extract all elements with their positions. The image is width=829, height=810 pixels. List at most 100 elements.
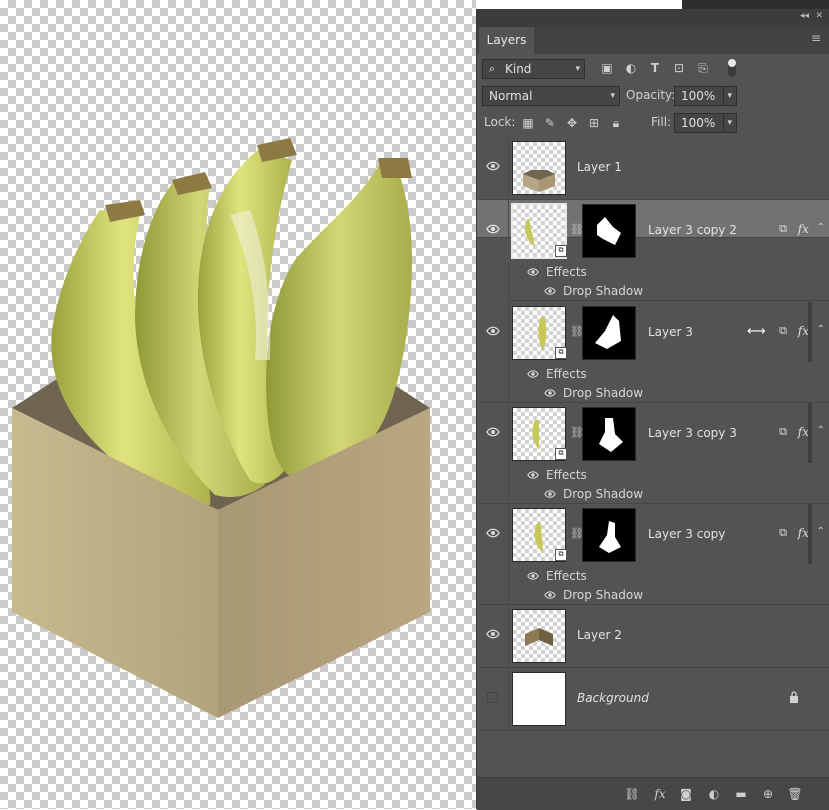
effects-label: Effects — [546, 569, 587, 583]
delete-icon[interactable]: 🗑︎ — [787, 786, 803, 802]
eye-icon[interactable] — [544, 488, 556, 500]
eye-icon[interactable] — [527, 469, 539, 481]
eye-icon[interactable] — [486, 159, 500, 173]
effects-label: Effects — [546, 468, 587, 482]
layers-panel: ◂◂ ✕ Layers ≡ ⌕ Kind ▾ ▣ ◐ T ⊡ ⎘ Normal … — [476, 9, 829, 810]
top-strip — [476, 0, 829, 9]
lock-row: Lock: ▦ ✎ ✥ ⊞ 🔒︎ Fill: 100% ▾ — [477, 112, 829, 134]
drop-shadow-row[interactable]: Drop Shadow — [477, 384, 829, 403]
resize-cursor-icon: ⟷ — [747, 324, 766, 339]
layer-mask-thumbnail[interactable] — [582, 306, 636, 360]
panel-tabbar: Layers ≡ — [477, 27, 829, 54]
layer-row[interactable]: ⧉ ⛓︎ Layer 3 copy ⧉ fx ⌃ — [477, 504, 829, 567]
tab-layers[interactable]: Layers — [479, 27, 534, 54]
eye-icon[interactable] — [486, 425, 500, 439]
layer-name[interactable]: Layer 1 — [577, 160, 622, 174]
effects-row[interactable]: Effects — [477, 466, 829, 485]
layer-mask-thumbnail[interactable] — [582, 407, 636, 461]
new-layer-icon[interactable]: ⊕ — [760, 786, 776, 802]
drop-shadow-row[interactable]: Drop Shadow — [477, 586, 829, 605]
layer-row[interactable]: Layer 2 — [477, 605, 829, 668]
eye-icon[interactable] — [486, 324, 500, 338]
layer-row[interactable]: ⧉ ⛓︎ Layer 3 copy 3 ⧉ fx ⌃ — [477, 403, 829, 466]
layer-name[interactable]: Layer 3 — [648, 325, 693, 339]
search-icon: ⌕ — [489, 62, 496, 75]
effects-row[interactable]: Effects — [477, 567, 829, 586]
visibility-toggle-empty[interactable] — [487, 692, 498, 703]
eye-icon[interactable] — [527, 570, 539, 582]
blend-row: Normal ▾ Opacity: 100% ▾ — [477, 85, 829, 107]
smart-object-icon: ⧉ — [555, 347, 567, 359]
fill-label: Fill: — [651, 115, 672, 129]
chevron-down-icon: ▾ — [723, 87, 732, 105]
effects-label: Effects — [546, 367, 587, 381]
eye-icon[interactable] — [486, 526, 500, 540]
collapse-effects-icon[interactable]: ⌃ — [817, 222, 825, 233]
type-filter-icon[interactable]: T — [648, 61, 662, 75]
lock-artboard-icon[interactable]: ⊞ — [587, 116, 601, 130]
add-mask-icon[interactable]: ◙ — [678, 786, 694, 802]
collapse-panel-icon[interactable]: ◂◂ — [800, 11, 809, 21]
smart-filter-icon: ⧉ — [779, 324, 787, 337]
filter-kind-select[interactable]: ⌕ Kind ▾ — [482, 59, 585, 79]
layer-row[interactable]: Layer 1 — [477, 137, 829, 200]
layer-thumbnail — [512, 609, 566, 663]
adjustment-layer-icon[interactable]: ◐ — [706, 786, 722, 802]
opacity-field[interactable]: 100% ▾ — [674, 86, 737, 106]
fill-value: 100% — [681, 116, 716, 130]
layer-row[interactable]: Background — [477, 668, 829, 731]
layer-mask-thumbnail[interactable] — [582, 508, 636, 562]
eye-icon[interactable] — [544, 589, 556, 601]
opacity-value: 100% — [681, 89, 716, 103]
lock-all-icon[interactable]: 🔒︎ — [609, 116, 623, 130]
eye-icon[interactable] — [527, 368, 539, 380]
close-panel-icon[interactable]: ✕ — [815, 11, 823, 21]
layer-name[interactable]: Background — [577, 691, 649, 705]
lock-image-pixels-icon[interactable]: ✎ — [543, 116, 557, 130]
new-group-icon[interactable]: ▬ — [733, 786, 749, 802]
document-canvas[interactable] — [0, 0, 476, 809]
lock-icon — [790, 691, 798, 703]
smart-object-filter-icon[interactable]: ⎘ — [696, 61, 710, 75]
image-filter-icon[interactable]: ▣ — [600, 61, 614, 75]
collapse-effects-icon[interactable]: ⌃ — [817, 526, 825, 537]
smart-filter-icon: ⧉ — [779, 425, 787, 438]
layer-thumbnail — [512, 672, 566, 726]
collapse-effects-icon[interactable]: ⌃ — [817, 324, 825, 335]
panel-menu-icon[interactable]: ≡ — [811, 31, 821, 45]
drop-shadow-label: Drop Shadow — [563, 386, 644, 400]
layer-name[interactable]: Layer 3 copy 3 — [648, 426, 737, 440]
adjustment-filter-icon[interactable]: ◐ — [624, 61, 638, 75]
eye-icon[interactable] — [486, 627, 500, 641]
lock-position-icon[interactable]: ✥ — [565, 116, 579, 130]
blend-mode-value: Normal — [489, 89, 533, 103]
fx-icon[interactable]: fx — [798, 222, 809, 236]
link-layers-icon[interactable]: ⛓︎ — [624, 786, 640, 802]
drop-shadow-row[interactable]: Drop Shadow — [477, 485, 829, 504]
smart-filter-icon: ⧉ — [779, 222, 787, 235]
layer-name[interactable]: Layer 3 copy 2 — [648, 223, 737, 237]
shape-filter-icon[interactable]: ⊡ — [672, 61, 686, 75]
blend-mode-select[interactable]: Normal ▾ — [482, 86, 620, 106]
filter-toggle-icon[interactable] — [728, 59, 736, 77]
lock-label: Lock: — [484, 115, 516, 129]
layer-name[interactable]: Layer 3 copy — [648, 527, 725, 541]
layer-mask-thumbnail[interactable] — [582, 204, 636, 258]
lock-transparent-pixels-icon[interactable]: ▦ — [521, 116, 535, 130]
panel-header: ◂◂ ✕ — [477, 9, 829, 27]
smart-object-icon: ⧉ — [555, 245, 567, 257]
collapse-effects-icon[interactable]: ⌃ — [817, 425, 825, 436]
fill-field[interactable]: 100% ▾ — [674, 113, 737, 133]
effects-row[interactable]: Effects — [477, 365, 829, 384]
fx-icon[interactable]: fx — [652, 786, 668, 802]
smart-filter-icon: ⧉ — [779, 526, 787, 539]
layer-row-content: ⧉ ⛓︎ Layer 3 copy 2 ⧉ fx ⌃ — [477, 200, 829, 263]
chevron-down-icon: ▾ — [610, 91, 615, 101]
layer-row[interactable]: ⧉ ⛓︎ Layer 3 ⟷ ⧉ fx ⌃ — [477, 302, 829, 365]
scroll-indicator — [808, 403, 812, 463]
layer-thumbnail — [512, 141, 566, 195]
layers-bottom-toolbar: ⛓︎ fx ◙ ◐ ▬ ⊕ 🗑︎ — [477, 777, 829, 810]
layer-name[interactable]: Layer 2 — [577, 628, 622, 642]
eye-icon[interactable] — [544, 387, 556, 399]
smart-object-icon: ⧉ — [555, 448, 567, 460]
